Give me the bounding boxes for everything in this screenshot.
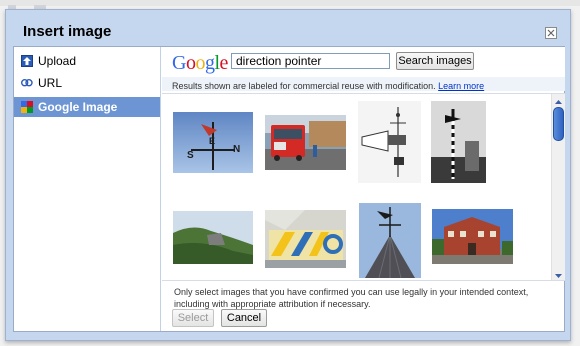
google-logo: Google <box>172 52 228 74</box>
svg-text:E: E <box>209 136 215 146</box>
brick-building-image <box>432 209 513 264</box>
wind-vane-drawing-image <box>358 101 421 183</box>
svg-text:S: S <box>187 150 194 161</box>
sidebar-item-google-image-search[interactable]: Google Image Search <box>14 97 160 134</box>
sidebar-item-label: Upload <box>38 54 77 68</box>
hillside-image <box>173 211 253 264</box>
striped-pole-image <box>431 101 486 183</box>
search-panel: Google Search images Results shown are l… <box>162 47 565 331</box>
result-thumbnail[interactable] <box>359 203 421 278</box>
search-input[interactable] <box>231 53 390 69</box>
license-notice-text: Results shown are labeled for commercial… <box>172 81 436 91</box>
sidebar-item-url[interactable]: URL <box>14 73 160 93</box>
painted-wall-image <box>265 210 346 268</box>
usage-disclaimer: Only select images that you have confirm… <box>174 287 529 309</box>
scrollbar-thumb[interactable] <box>553 107 564 141</box>
sidebar-item-upload[interactable]: Upload <box>14 51 160 71</box>
close-button[interactable] <box>545 27 557 39</box>
result-thumbnail[interactable] <box>173 211 253 264</box>
image-results[interactable]: S N E <box>162 93 565 281</box>
link-icon <box>21 77 33 89</box>
license-notice: Results shown are labeled for commercial… <box>172 81 484 91</box>
insert-image-dialog: Insert image Upload URL Google Image Sea… <box>5 9 571 341</box>
search-images-button[interactable]: Search images <box>396 52 474 70</box>
sidebar-item-label: URL <box>38 76 63 90</box>
background-toolbar <box>0 0 580 6</box>
results-scrollbar[interactable] <box>551 94 565 280</box>
svg-text:N: N <box>233 144 240 155</box>
close-icon <box>547 29 555 37</box>
result-thumbnail[interactable] <box>432 209 513 264</box>
search-bar: Google Search images <box>162 47 565 79</box>
result-thumbnail[interactable] <box>358 101 421 183</box>
select-button[interactable]: Select <box>172 309 214 327</box>
sidebar: Upload URL Google Image Search <box>14 47 161 331</box>
weather-vane-image: S N E <box>173 112 253 173</box>
dialog-title: Insert image <box>23 23 112 40</box>
result-thumbnail[interactable] <box>265 210 346 268</box>
scroll-down-arrow-icon[interactable] <box>553 268 564 279</box>
cancel-button[interactable]: Cancel <box>221 309 267 327</box>
learn-more-link[interactable]: Learn more <box>438 81 484 91</box>
result-thumbnail[interactable] <box>431 101 486 183</box>
upload-icon <box>21 54 33 67</box>
bus-street-image <box>265 115 346 170</box>
roof-weather-vane-image <box>359 203 421 278</box>
result-thumbnail[interactable] <box>265 115 346 170</box>
dialog-body: Upload URL Google Image Search Google di… <box>13 46 565 332</box>
result-thumbnail[interactable]: S N E <box>173 112 253 173</box>
sidebar-item-label: Google Image Search <box>21 100 118 134</box>
google-icon <box>21 100 33 113</box>
scroll-up-arrow-icon[interactable] <box>553 95 564 106</box>
